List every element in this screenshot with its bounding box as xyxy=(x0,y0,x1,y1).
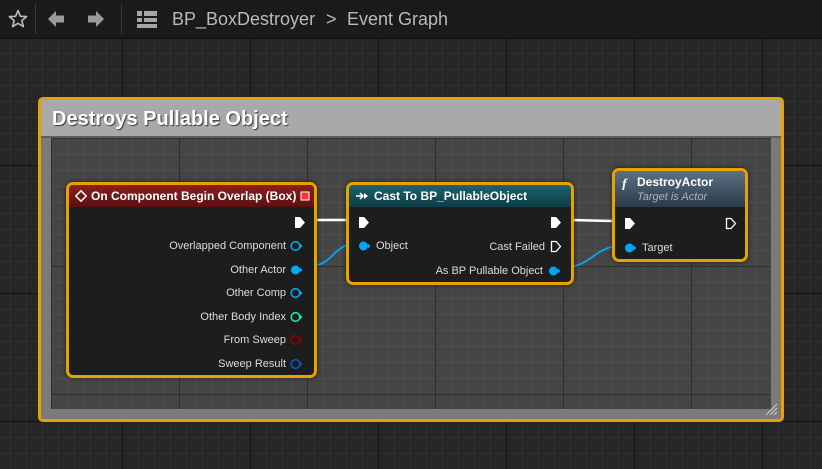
cast-arrow-icon xyxy=(356,192,368,200)
arrow-left-icon xyxy=(48,11,64,27)
graph-toolbar: BP_BoxDestroyer > Event Graph xyxy=(0,0,822,39)
comment-header[interactable]: Destroys Pullable Object xyxy=(41,100,781,138)
star-icon xyxy=(8,9,28,28)
object-pin-icon[interactable] xyxy=(290,240,303,252)
exec-in-pin-icon[interactable] xyxy=(358,216,370,229)
delegate-pin-icon[interactable] xyxy=(300,191,310,201)
blueprint-icon-button xyxy=(133,0,161,38)
svg-text:f: f xyxy=(622,177,628,190)
pin-label: Other Body Index xyxy=(200,311,286,323)
exec-out-pin-icon[interactable] xyxy=(550,216,562,229)
breadcrumb-graph[interactable]: Event Graph xyxy=(347,0,448,38)
exec-out-pin-icon[interactable] xyxy=(725,217,737,230)
event-diamond-icon xyxy=(75,190,87,202)
exec-out-pin-icon[interactable] xyxy=(294,216,306,229)
event-node-begin-overlap[interactable]: On Component Begin Overlap (Box) Overlap… xyxy=(66,182,317,378)
comment-title[interactable]: Destroys Pullable Object xyxy=(52,100,288,138)
breadcrumb-separator: > xyxy=(326,9,337,29)
cast-node[interactable]: Cast To BP_PullableObject Object Cast Fa… xyxy=(346,182,574,285)
boolean-pin-icon[interactable] xyxy=(290,334,303,346)
destroy-actor-subtitle: Target is Actor xyxy=(637,191,708,203)
pin-label: Other Actor xyxy=(230,264,286,276)
arrow-right-icon xyxy=(88,11,104,27)
integer-pin-icon[interactable] xyxy=(290,311,303,323)
toolbar-separator xyxy=(35,4,36,34)
object-pin-icon[interactable] xyxy=(548,265,561,277)
pin-label: From Sweep xyxy=(223,334,286,346)
pin-label: Overlapped Component xyxy=(169,240,286,252)
destroy-actor-title: DestroyActor xyxy=(637,175,714,189)
blueprint-grid-icon xyxy=(137,11,157,28)
exec-in-pin-icon[interactable] xyxy=(624,217,636,230)
forward-button[interactable] xyxy=(82,0,110,38)
resize-grip-icon[interactable] xyxy=(764,402,778,416)
breadcrumb-asset[interactable]: BP_BoxDestroyer xyxy=(172,0,315,38)
object-pin-icon[interactable] xyxy=(290,264,303,276)
function-icon: f xyxy=(622,177,628,190)
destroy-actor-header[interactable]: f DestroyActor Target is Actor xyxy=(615,171,745,207)
pin-label-target: Target xyxy=(642,242,673,254)
toolbar-separator xyxy=(121,4,122,34)
event-node-header[interactable]: On Component Begin Overlap (Box) xyxy=(69,185,314,207)
favorite-button[interactable] xyxy=(4,0,32,38)
destroy-actor-node[interactable]: f DestroyActor Target is Actor Target xyxy=(612,168,748,262)
object-pin-icon[interactable] xyxy=(624,242,637,254)
pin-label-as-bp-pullable-object: As BP Pullable Object xyxy=(435,265,543,277)
event-node-title: On Component Begin Overlap (Box) xyxy=(91,189,297,203)
object-pin-icon[interactable] xyxy=(290,287,303,299)
pin-label: Other Comp xyxy=(226,287,286,299)
cast-node-header[interactable]: Cast To BP_PullableObject xyxy=(349,185,571,207)
pin-label: Sweep Result xyxy=(218,358,286,370)
struct-pin-icon[interactable] xyxy=(290,358,303,370)
pin-label-cast-failed: Cast Failed xyxy=(489,241,545,253)
cast-node-title: Cast To BP_PullableObject xyxy=(374,189,528,203)
exec-out-pin-icon[interactable] xyxy=(550,240,562,253)
pin-label-object: Object xyxy=(376,240,408,252)
back-button[interactable] xyxy=(42,0,70,38)
object-pin-icon[interactable] xyxy=(358,240,371,252)
